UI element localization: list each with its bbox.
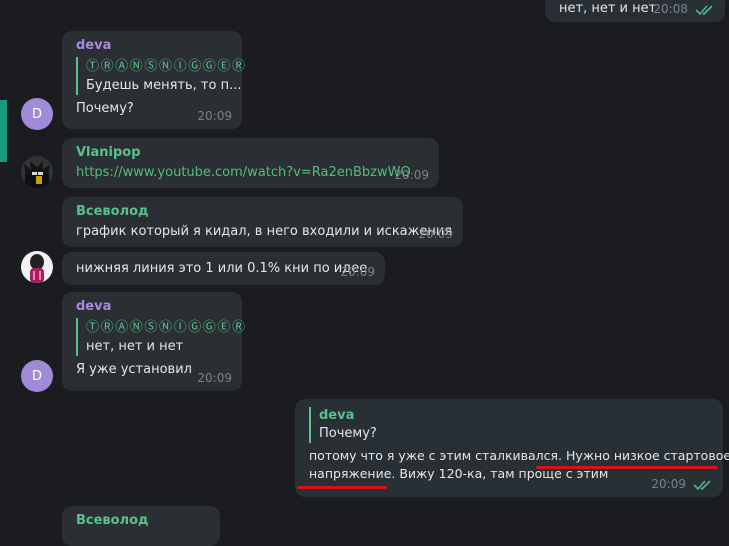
- message-text: нижняя линия это 1 или 0.1% кни по идее: [76, 261, 368, 276]
- reply-quote[interactable]: ⓉⓇⒶⓃⓈⓃⒾⒼⒼⒺⓇ нет, нет и нет: [76, 318, 247, 356]
- message-link[interactable]: https://www.youtube.com/watch?v=Ra2enBbz…: [76, 164, 427, 182]
- message-text: нет, нет и нет: [559, 1, 657, 16]
- message-author[interactable]: Всеволод: [76, 203, 451, 221]
- avatar-deva[interactable]: D: [21, 98, 53, 130]
- message-text-line-1: потому что я уже с этим сталкивался. Нуж…: [309, 448, 729, 463]
- avatar-vlanipop[interactable]: [21, 156, 53, 188]
- message-vsevolod-bottom[interactable]: Всеволод: [62, 506, 220, 546]
- message-time: 20:09: [394, 168, 429, 182]
- avatar-deva[interactable]: D: [21, 360, 53, 392]
- message-author[interactable]: deva: [76, 37, 230, 55]
- message-time: 20:09: [197, 371, 232, 385]
- pink-character-avatar-icon: [30, 254, 44, 283]
- message-author[interactable]: deva: [76, 298, 230, 316]
- message-deva-2[interactable]: deva ⓉⓇⒶⓃⓈⓃⒾⒼⒼⒺⓇ нет, нет и нет Я уже ус…: [62, 292, 247, 391]
- reply-author: ⓉⓇⒶⓃⓈⓃⒾⒼⒼⒺⓇ: [86, 59, 247, 74]
- message-time: 20:09: [197, 109, 232, 123]
- avatar-letter: D: [31, 368, 42, 384]
- avatar-vsevolod[interactable]: [21, 251, 53, 283]
- reply-quote[interactable]: ⓉⓇⒶⓃⓈⓃⒾⒼⒼⒺⓇ Будешь менять, то п...: [76, 57, 247, 95]
- reply-quote[interactable]: deva Почему?: [309, 407, 711, 443]
- reply-author: deva: [319, 408, 355, 423]
- message-vlanipop[interactable]: Vlanipop https://www.youtube.com/watch?v…: [62, 138, 439, 188]
- message-vsevolod-continued[interactable]: нижняя линия это 1 или 0.1% кни по идее …: [62, 252, 385, 285]
- message-author[interactable]: Vlanipop: [76, 144, 427, 162]
- double-check-icon: [695, 5, 713, 16]
- active-chat-indicator: [0, 100, 7, 162]
- message-time: 20:09: [651, 477, 686, 491]
- reply-text: Будешь менять, то п...: [86, 78, 242, 93]
- reply-text: Почему?: [319, 426, 377, 441]
- message-author[interactable]: Всеволод: [76, 512, 208, 530]
- message-time: 20:08: [653, 2, 688, 16]
- message-own-reply[interactable]: deva Почему? потому что я уже с этим ста…: [295, 399, 729, 497]
- reply-author: ⓉⓇⒶⓃⓈⓃⒾⒼⒼⒺⓇ: [86, 320, 247, 335]
- avatar-letter: D: [31, 106, 42, 122]
- reply-text: нет, нет и нет: [86, 339, 184, 354]
- double-check-icon: [693, 480, 711, 491]
- message-vsevolod[interactable]: Всеволод график который я кидал, в него …: [62, 197, 463, 247]
- message-own-top[interactable]: нет, нет и нет 20:08: [545, 0, 725, 22]
- annotation-underline: [536, 466, 718, 469]
- annotation-underline: [297, 486, 387, 489]
- message-text: график который я кидал, в него входили и…: [76, 224, 453, 239]
- message-time: 20:09: [418, 227, 453, 241]
- dark-character-avatar-icon: [24, 161, 50, 188]
- message-time: 20:09: [340, 265, 375, 279]
- message-deva-1[interactable]: deva ⓉⓇⒶⓃⓈⓃⒾⒼⒼⒺⓇ Будешь менять, то п... …: [62, 31, 247, 129]
